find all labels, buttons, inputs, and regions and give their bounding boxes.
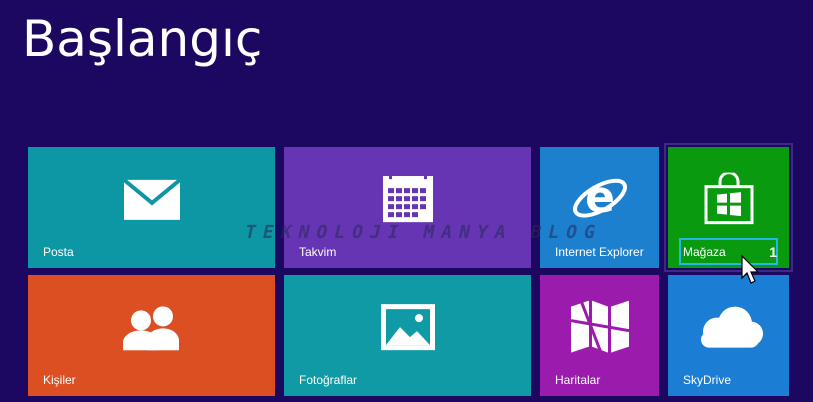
mouse-pointer-icon xyxy=(741,254,760,290)
tile-label: Takvim xyxy=(299,245,337,259)
tile-label: Kişiler xyxy=(43,373,76,387)
store-icon xyxy=(703,170,755,229)
photos-icon xyxy=(380,303,436,356)
internet-explorer-icon: e xyxy=(570,170,630,231)
tile-label: Internet Explorer xyxy=(555,245,644,259)
tile-label: Mağaza xyxy=(683,245,726,259)
start-title: Başlangıç xyxy=(22,10,263,68)
tile-label: Posta xyxy=(43,245,74,259)
mail-icon xyxy=(122,177,181,225)
svg-text:e: e xyxy=(585,172,615,223)
tile-fotograflar[interactable]: Fotoğraflar xyxy=(284,275,531,396)
tile-label: SkyDrive xyxy=(683,373,732,387)
tile-internet-explorer[interactable]: e Internet Explorer xyxy=(540,147,659,268)
tile-label: Fotoğraflar xyxy=(299,373,358,387)
tile-posta[interactable]: Posta xyxy=(28,147,275,268)
tile-label: Haritalar xyxy=(555,373,601,387)
tile-haritalar[interactable]: Haritalar xyxy=(540,275,659,396)
people-icon xyxy=(119,304,185,355)
tile-takvim[interactable]: Takvim xyxy=(284,147,531,268)
tile-skydrive[interactable]: SkyDrive xyxy=(668,275,789,396)
cloud-icon xyxy=(693,305,765,354)
tile-kisiler[interactable]: Kişiler xyxy=(28,275,275,396)
notification-badge: 1 xyxy=(769,244,777,260)
calendar-icon xyxy=(382,172,434,228)
maps-icon xyxy=(570,299,629,357)
tile-magaza[interactable]: Mağaza 1 xyxy=(664,143,793,272)
